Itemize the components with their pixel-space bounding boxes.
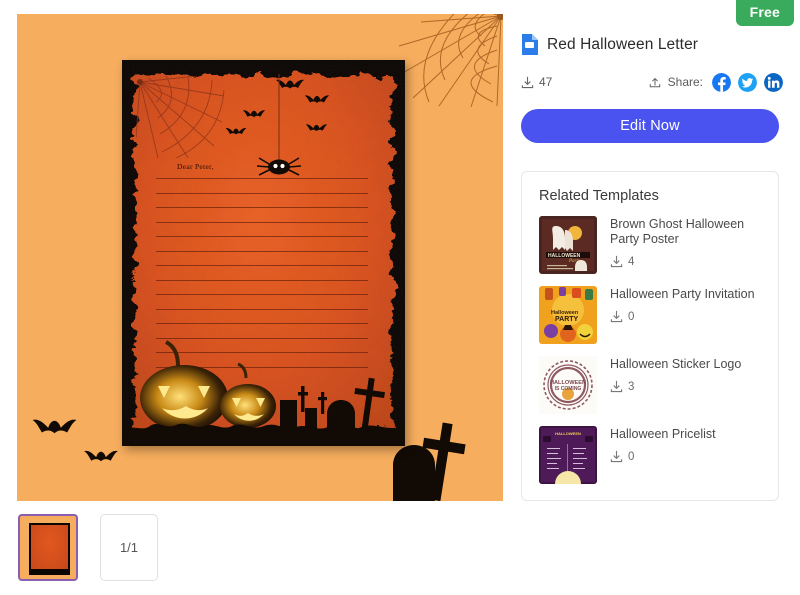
related-download-count: 0 xyxy=(610,450,764,463)
halloween-sticker-logo-thumbnail[interactable]: HALLOWEEN IS COMING xyxy=(539,356,597,414)
related-download-value: 0 xyxy=(628,310,635,323)
google-slides-document-icon xyxy=(522,34,538,55)
brown-ghost-halloween-party-poster-thumbnail[interactable]: HALLOWEEN Party xyxy=(539,216,597,274)
template-preview-image[interactable]: Dear Peter, xyxy=(17,14,503,501)
bat-icon xyxy=(225,128,247,135)
list-item[interactable]: HALLOWEEN Halloween Pricelist 0 xyxy=(539,426,764,484)
share-group: Share: xyxy=(649,72,783,92)
svg-text:PARTY: PARTY xyxy=(555,316,579,323)
list-item[interactable]: HALLOWEEN Party Brown Ghost Halloween Pa… xyxy=(539,216,764,274)
hanging-spider-icon xyxy=(256,74,302,176)
template-preview-column: Dear Peter, xyxy=(17,14,503,501)
twitter-share-icon[interactable] xyxy=(738,72,757,92)
bat-icon xyxy=(305,124,328,132)
svg-text:IS COMING: IS COMING xyxy=(555,386,582,392)
download-count-value: 47 xyxy=(539,75,553,89)
page-title: Red Halloween Letter xyxy=(547,35,699,53)
graveyard-scene xyxy=(122,340,405,446)
letter-salutation: Dear Peter, xyxy=(177,162,214,171)
pumpkin-icon xyxy=(140,340,228,431)
halloween-pricelist-thumbnail[interactable]: HALLOWEEN xyxy=(539,426,597,484)
halloween-letter-artwork: Dear Peter, xyxy=(122,60,405,446)
related-template-name: Halloween Sticker Logo xyxy=(610,357,742,371)
related-download-value: 4 xyxy=(628,255,635,268)
spider-web-icon xyxy=(136,76,225,158)
page-thumbnail-bar: 1/1 xyxy=(18,514,158,581)
related-download-count: 3 xyxy=(610,380,764,393)
related-templates-card: Related Templates HALLOWEEN Party Brown … xyxy=(521,171,779,501)
svg-text:HALLOWEEN: HALLOWEEN xyxy=(555,431,581,436)
related-download-value: 0 xyxy=(628,450,635,463)
download-icon xyxy=(610,450,623,463)
related-download-value: 3 xyxy=(628,380,635,393)
related-template-name: Brown Ghost Halloween Party Poster xyxy=(610,217,745,246)
meta-row: 47 Share: xyxy=(521,71,783,93)
bat-icon xyxy=(32,419,77,434)
pumpkin-icon xyxy=(220,362,276,428)
download-icon xyxy=(610,380,623,393)
download-count: 47 xyxy=(521,75,552,89)
template-info-column: Red Halloween Letter 47 Share: Edit Now … xyxy=(521,0,783,501)
share-upload-icon xyxy=(649,77,660,88)
page-thumbnail-preview xyxy=(29,523,70,575)
download-icon xyxy=(610,310,623,323)
list-item[interactable]: HALLOWEEN IS COMING Halloween Sticker Lo… xyxy=(539,356,764,414)
halloween-party-invitation-thumbnail[interactable]: Halloween PARTY xyxy=(539,286,597,344)
bat-icon xyxy=(84,450,118,462)
related-template-name: Halloween Party Invitation xyxy=(610,287,755,301)
download-icon xyxy=(610,255,623,268)
template-detail-page: Free Dear Peter, Red Halloween Letter 47… xyxy=(0,0,800,595)
title-row: Red Halloween Letter xyxy=(521,34,783,55)
spider-web-icon xyxy=(398,14,503,107)
related-download-count: 0 xyxy=(610,310,764,323)
share-label: Share: xyxy=(667,75,703,89)
related-download-count: 4 xyxy=(610,255,764,268)
related-template-name: Halloween Pricelist xyxy=(610,427,716,441)
edit-now-button[interactable]: Edit Now xyxy=(521,109,779,143)
page-counter[interactable]: 1/1 xyxy=(100,514,158,581)
page-thumbnail-1[interactable] xyxy=(18,514,78,581)
related-templates-title: Related Templates xyxy=(539,188,659,204)
download-icon xyxy=(521,76,534,88)
facebook-share-icon[interactable] xyxy=(712,72,731,92)
linkedin-share-icon[interactable] xyxy=(764,72,783,92)
bat-icon xyxy=(304,95,330,103)
list-item[interactable]: Halloween PARTY Halloween Party Invitati… xyxy=(539,286,764,344)
